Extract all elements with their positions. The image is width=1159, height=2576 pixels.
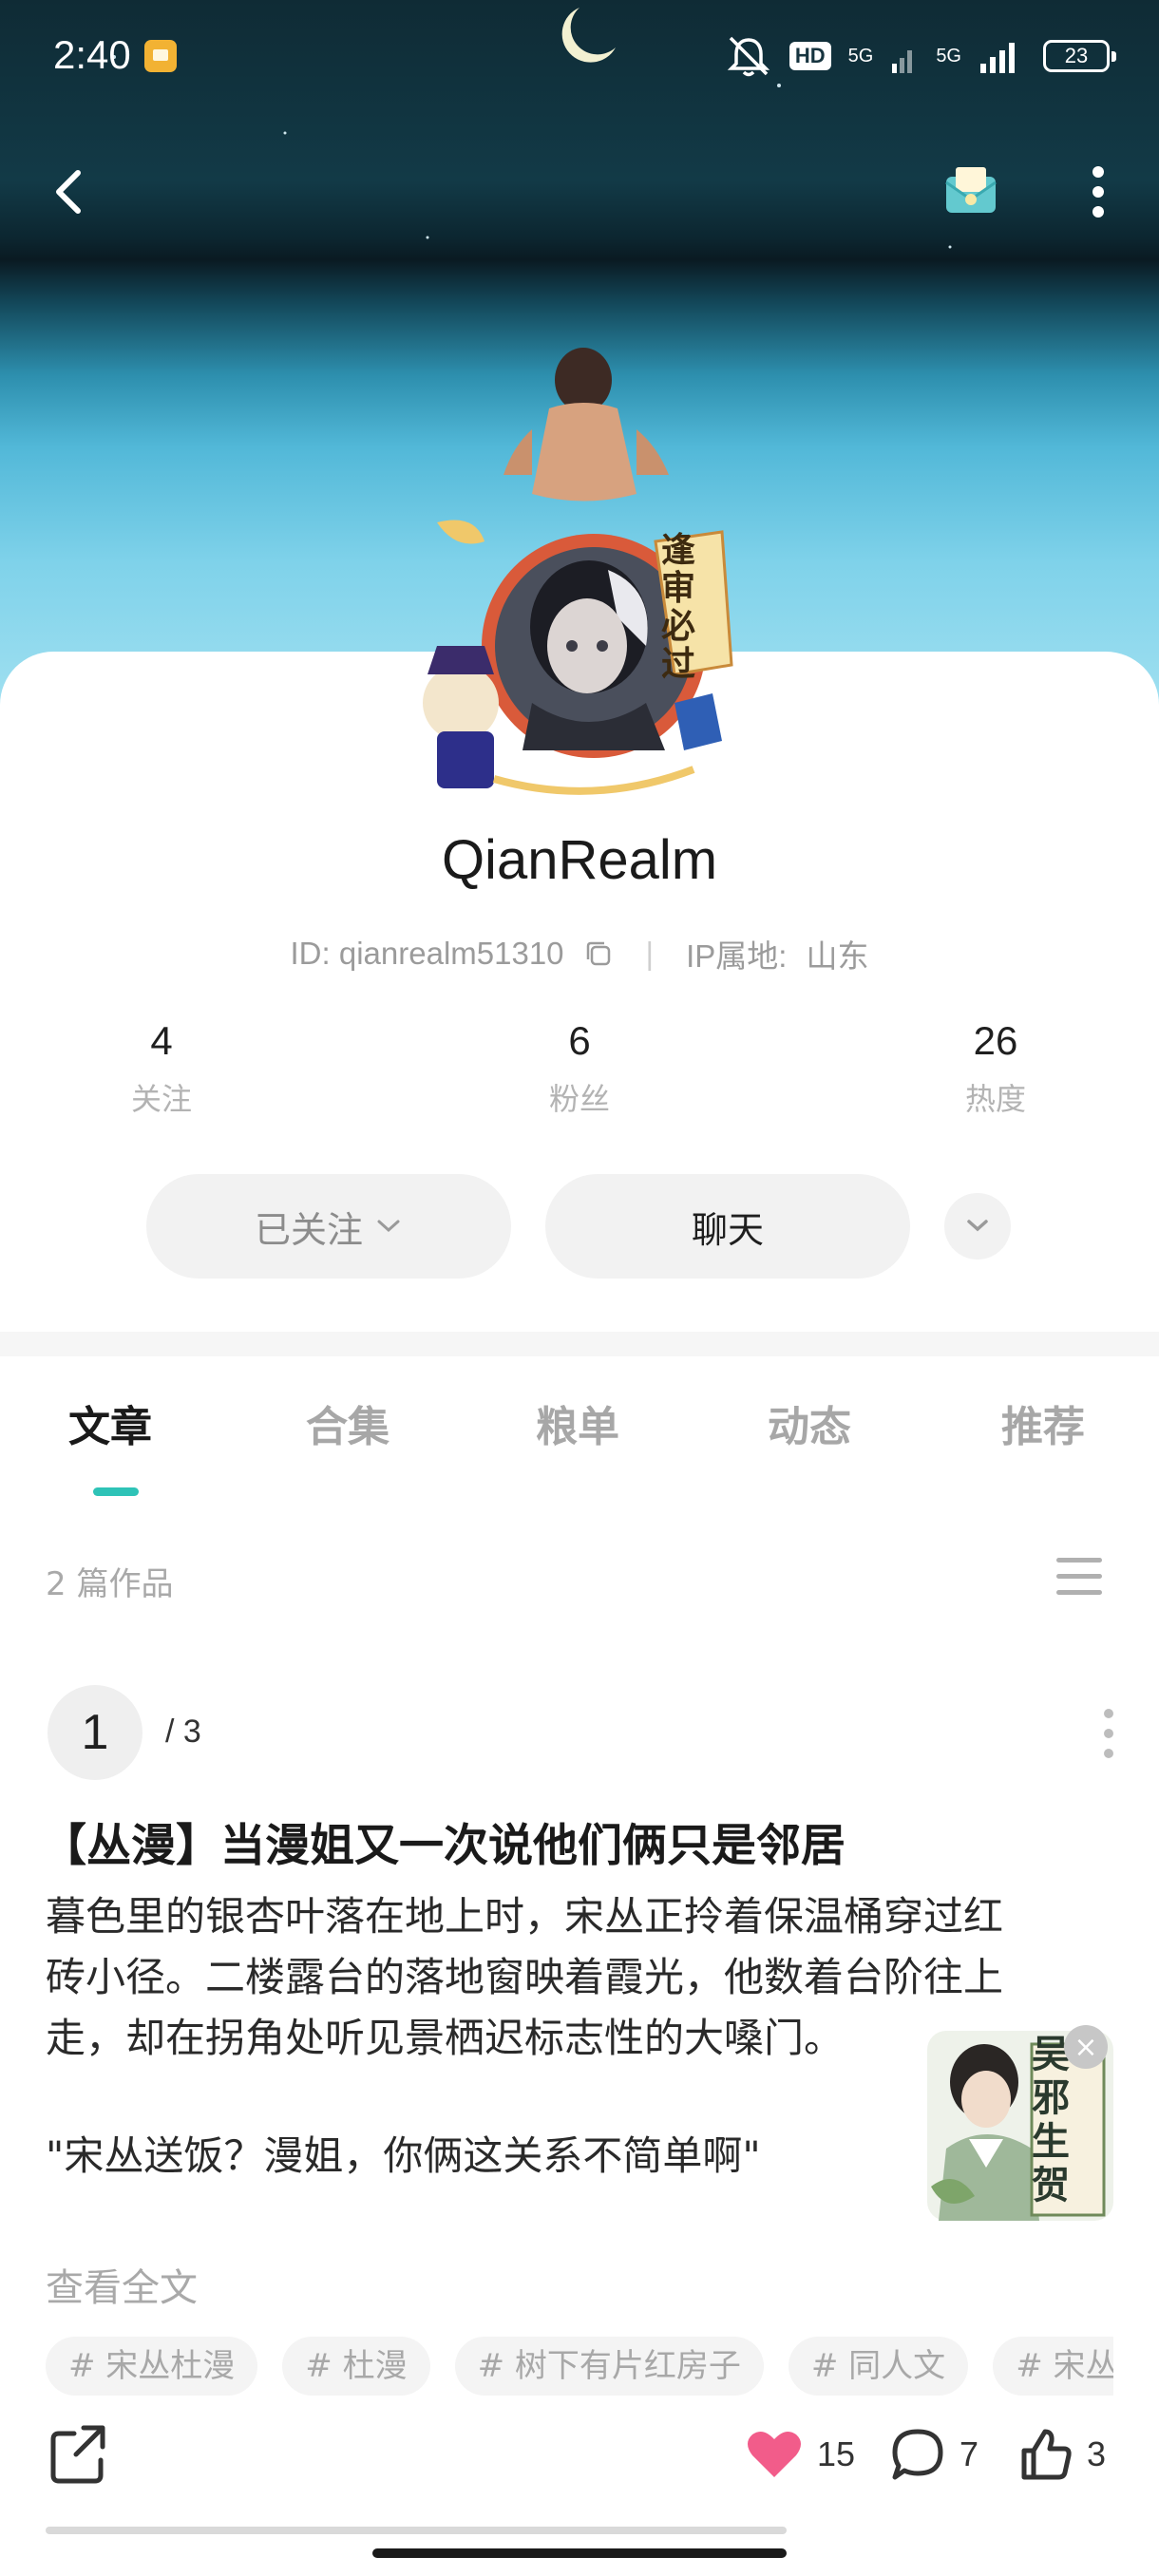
following-label: 关注	[130, 1081, 192, 1117]
heart-icon	[748, 2431, 801, 2477]
following-stat[interactable]: 4 关注	[66, 1018, 256, 1119]
vertical-dots-icon	[1092, 166, 1104, 218]
article-actions: 15 7 3	[0, 2420, 1159, 2496]
article-page-total: / 3	[165, 1714, 201, 1750]
profile-stats: 4 关注 6 粉丝 26 热度	[0, 1018, 1159, 1132]
article-excerpt-line: 砖小径。二楼露台的落地窗映着霞光，他数着台阶往上	[46, 1954, 1004, 2000]
following-button[interactable]: 已关注	[146, 1174, 511, 1279]
username: QianRealm	[441, 829, 718, 891]
article-page-number: 1	[48, 1685, 142, 1780]
article-title[interactable]: 【丛漫】当漫姐又一次说他们俩只是邻居	[42, 1809, 1125, 1874]
comment-button[interactable]: 7	[889, 2420, 978, 2489]
tag-chip[interactable]: # 树下有片红房子	[454, 2337, 764, 2396]
tab-articles[interactable]: 文章	[68, 1392, 152, 1453]
more-options-button[interactable]	[1064, 158, 1132, 226]
chat-button[interactable]: 聊天	[545, 1174, 910, 1279]
popularity-count: 26	[973, 1018, 1018, 1063]
network-label-2: 5G	[936, 45, 961, 66]
close-widget-button[interactable]: ×	[1064, 2025, 1108, 2069]
hd-badge: HD	[788, 42, 831, 70]
profile-meta: ID: qianrealm51310 | IP属地: 山东	[0, 931, 1159, 976]
following-count: 4	[150, 1018, 173, 1063]
active-tab-indicator	[93, 1487, 139, 1496]
tab-updates[interactable]: 动态	[768, 1392, 851, 1453]
tab-reading-lists[interactable]: 粮单	[536, 1392, 619, 1453]
copy-icon[interactable]	[583, 938, 614, 969]
popularity-stat[interactable]: 26 热度	[901, 1018, 1091, 1119]
following-button-label: 已关注	[254, 1208, 363, 1251]
meta-separator: |	[645, 936, 655, 971]
ip-location: 山东	[806, 938, 869, 974]
works-count: 2 篇作品	[46, 1565, 174, 1603]
close-icon: ×	[1074, 2030, 1098, 2064]
share-icon[interactable]	[46, 2420, 110, 2489]
thumbs-up-count: 3	[1087, 2434, 1107, 2473]
notification-app-icon	[144, 40, 177, 72]
tag-chip[interactable]: # 同人文	[788, 2337, 969, 2396]
battery-indicator: 23	[1043, 40, 1116, 72]
next-article-peek	[46, 2517, 901, 2534]
tab-recommended[interactable]: 推荐	[1001, 1392, 1085, 1453]
like-button[interactable]: 15	[745, 2420, 855, 2489]
home-indicator[interactable]	[372, 2548, 787, 2558]
followers-stat[interactable]: 6 粉丝	[484, 1018, 674, 1119]
popularity-label: 热度	[964, 1081, 1026, 1117]
status-time: 2:40	[53, 32, 131, 77]
tab-collections[interactable]: 合集	[306, 1392, 390, 1453]
list-view-icon[interactable]	[1053, 1554, 1106, 1600]
mute-icon	[727, 36, 770, 77]
chat-button-label: 聊天	[691, 1208, 764, 1251]
tag-chip[interactable]: # 宋丛杜漫	[46, 2337, 258, 2396]
followers-label: 粉丝	[548, 1081, 610, 1117]
signal-icon-2	[980, 43, 1015, 73]
like-count: 15	[817, 2434, 856, 2473]
vertical-dots-icon[interactable]	[1094, 1700, 1123, 1767]
network-label-1: 5G	[847, 45, 874, 66]
ip-label: IP属地:	[686, 938, 788, 974]
chevron-left-icon	[56, 170, 81, 214]
comment-count: 7	[960, 2434, 979, 2473]
article-excerpt-line: 暮色里的银杏叶落在地上时，宋丛正拎着保温桶穿过红	[46, 1893, 1004, 1940]
chevron-down-icon	[967, 1220, 988, 1232]
inbox-button[interactable]	[937, 156, 1005, 224]
article-quote: "宋丛送饭？漫姐，你俩这关系不简单啊"	[46, 2132, 761, 2179]
tag-chip[interactable]: # 宋丛	[993, 2337, 1113, 2396]
section-divider	[0, 1332, 1159, 1356]
user-id: ID: qianrealm51310	[290, 936, 564, 971]
back-button[interactable]	[34, 158, 103, 226]
avatar[interactable]	[418, 503, 760, 817]
tag-chip[interactable]: # 杜漫	[282, 2337, 430, 2396]
thumbs-up-icon	[1021, 2429, 1072, 2480]
avatar-badge-text: 逢审必过	[661, 531, 696, 684]
signal-icon-1	[892, 50, 913, 73]
status-icons: HD 5G 5G 23	[725, 34, 1116, 78]
content-tabs: 文章 合集 粮单 动态 推荐	[0, 1392, 1159, 1506]
read-full-text-link[interactable]: 查看全文	[46, 2257, 198, 2312]
thumbs-up-button[interactable]: 3	[1018, 2420, 1106, 2489]
envelope-icon	[945, 167, 997, 213]
followers-count: 6	[568, 1018, 591, 1063]
expand-profile-button[interactable]	[944, 1193, 1011, 1260]
article-tags: # 宋丛杜漫 # 杜漫 # 树下有片红房子 # 同人文 # 宋丛	[46, 2337, 1113, 2397]
comment-icon	[892, 2429, 943, 2480]
status-bar: 2:40 HD 5G 5G 23	[0, 0, 1159, 112]
chevron-down-icon	[377, 1220, 400, 1233]
